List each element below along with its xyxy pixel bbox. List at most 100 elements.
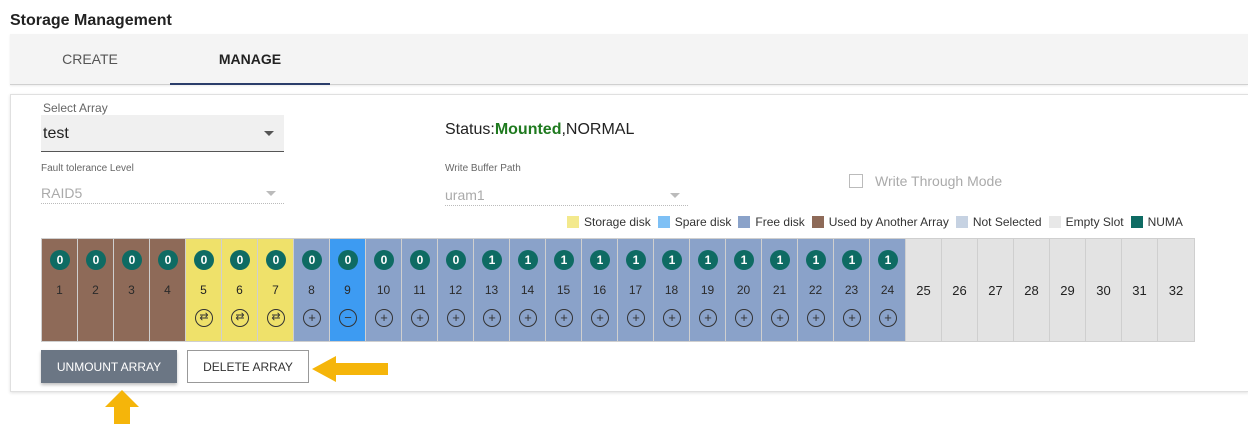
disk-slot-26: 26 — [942, 239, 978, 341]
disk-slot-12[interactable]: 0 12 + — [438, 239, 474, 341]
numa-badge: 0 — [302, 250, 322, 270]
slot-number: 13 — [484, 283, 499, 297]
numa-badge: 1 — [482, 250, 502, 270]
disk-slot-23[interactable]: 1 23 + — [834, 239, 870, 341]
slot-number: 15 — [556, 283, 571, 297]
add-circle-icon[interactable]: + — [555, 309, 573, 327]
numa-badge: 0 — [374, 250, 394, 270]
numa-badge: 1 — [770, 250, 790, 270]
tab-manage[interactable]: MANAGE — [170, 34, 330, 85]
legend-swatch — [567, 216, 579, 228]
add-circle-icon[interactable]: + — [303, 309, 321, 327]
legend-swatch — [657, 216, 670, 228]
slot-number: 23 — [844, 283, 859, 297]
disk-slot-18[interactable]: 1 18 + — [654, 239, 690, 341]
legend-item: Used by Another Array — [811, 215, 949, 229]
numa-badge: 0 — [446, 250, 466, 270]
disk-slot-16[interactable]: 1 16 + — [582, 239, 618, 341]
add-circle-icon[interactable]: + — [699, 309, 717, 327]
add-circle-icon[interactable]: + — [807, 309, 825, 327]
disk-slot-4[interactable]: 04 — [150, 239, 186, 341]
disk-slot-19[interactable]: 1 19 + — [690, 239, 726, 341]
numa-badge: 1 — [626, 250, 646, 270]
chevron-down-icon — [670, 193, 680, 198]
add-circle-icon[interactable]: + — [735, 309, 753, 327]
numa-badge: 0 — [50, 250, 70, 270]
disk-slot-grid: 0 1 0 2 0 3 0 4 0 5 ⇄ 0 6 ⇄ 0 7 ⇄ 0 8 +0 9−0 10 +0 11 +0 12 +1 13 +1… — [41, 238, 1195, 342]
disk-slot-3[interactable]: 03 — [114, 239, 150, 341]
disk-slot-25: 25 — [906, 239, 942, 341]
disk-slot-1[interactable]: 01 — [42, 239, 78, 341]
add-circle-icon[interactable]: + — [375, 309, 393, 327]
write-buffer-select: uram1 — [445, 183, 688, 206]
slot-number: 10 — [376, 283, 391, 297]
slot-number: 27 — [988, 283, 1003, 298]
disk-slot-10[interactable]: 0 10 + — [366, 239, 402, 341]
slot-number: 1 — [56, 283, 63, 297]
disk-slot-20[interactable]: 1 20 + — [726, 239, 762, 341]
slot-number: 14 — [520, 283, 535, 297]
legend-label: Not Selected — [972, 215, 1042, 229]
delete-array-button[interactable]: DELETE ARRAY — [187, 350, 309, 383]
disk-slot-15[interactable]: 1 15 + — [546, 239, 582, 341]
array-select[interactable]: test — [41, 115, 284, 152]
legend-label: Free disk — [755, 215, 805, 229]
slot-number: 22 — [808, 283, 823, 297]
disk-slot-11[interactable]: 0 11 + — [402, 239, 438, 341]
swap-icon[interactable]: ⇄ — [267, 309, 285, 327]
unmount-array-button[interactable]: UNMOUNT ARRAY — [41, 350, 177, 383]
disk-slot-21[interactable]: 1 21 + — [762, 239, 798, 341]
slot-number: 25 — [916, 283, 931, 298]
disk-slot-14[interactable]: 1 14 + — [510, 239, 546, 341]
numa-badge: 1 — [554, 250, 574, 270]
slot-number: 19 — [700, 283, 715, 297]
legend-label: Spare disk — [674, 215, 732, 229]
disk-slot-13[interactable]: 1 13 + — [474, 239, 510, 341]
numa-badge: 0 — [122, 250, 142, 270]
add-circle-icon[interactable]: + — [519, 309, 537, 327]
disk-slot-5[interactable]: 0 5 ⇄ — [186, 239, 222, 341]
add-circle-icon[interactable]: + — [627, 309, 645, 327]
annotation-arrow-up-icon — [105, 390, 139, 424]
disk-slot-29: 29 — [1050, 239, 1086, 341]
disk-slot-24[interactable]: 1 24 + — [870, 239, 906, 341]
disk-slot-17[interactable]: 1 17 + — [618, 239, 654, 341]
remove-circle-icon[interactable]: − — [339, 309, 357, 327]
legend-item: Empty Slot — [1048, 215, 1124, 229]
disk-slot-9[interactable]: 0 9 − — [330, 239, 366, 341]
numa-badge: 1 — [698, 250, 718, 270]
write-through-toggle[interactable]: Write Through Mode — [849, 173, 1002, 189]
numa-badge: 1 — [518, 250, 538, 270]
add-circle-icon[interactable]: + — [663, 309, 681, 327]
status-prefix: Status: — [445, 121, 495, 138]
numa-badge: 1 — [734, 250, 754, 270]
slot-number: 4 — [164, 283, 171, 297]
slot-number: 8 — [308, 283, 315, 297]
tab-create[interactable]: CREATE — [10, 34, 170, 84]
add-circle-icon[interactable]: + — [447, 309, 465, 327]
disk-slot-32: 32 — [1158, 239, 1194, 341]
disk-slot-22[interactable]: 1 22 + — [798, 239, 834, 341]
numa-badge: 0 — [266, 250, 286, 270]
disk-slot-7[interactable]: 0 7 ⇄ — [258, 239, 294, 341]
disk-slot-28: 28 — [1014, 239, 1050, 341]
add-circle-icon[interactable]: + — [591, 309, 609, 327]
add-circle-icon[interactable]: + — [483, 309, 501, 327]
add-circle-icon[interactable]: + — [771, 309, 789, 327]
add-circle-icon[interactable]: + — [843, 309, 861, 327]
status-suffix: ,NORMAL — [561, 121, 635, 138]
add-circle-icon[interactable]: + — [411, 309, 429, 327]
legend-item: Storage disk — [567, 215, 651, 229]
slot-number: 11 — [413, 283, 426, 297]
annotation-arrow-left-icon — [312, 356, 388, 382]
disk-slot-6[interactable]: 0 6 ⇄ — [222, 239, 258, 341]
swap-icon[interactable]: ⇄ — [195, 309, 213, 327]
add-circle-icon[interactable]: + — [879, 309, 897, 327]
disk-slot-8[interactable]: 0 8 + — [294, 239, 330, 341]
slot-number: 30 — [1096, 283, 1111, 298]
swap-icon[interactable]: ⇄ — [231, 309, 249, 327]
checkbox-icon — [849, 174, 863, 188]
slot-number: 6 — [236, 283, 243, 297]
disk-slot-2[interactable]: 02 — [78, 239, 114, 341]
numa-badge: 1 — [878, 250, 898, 270]
